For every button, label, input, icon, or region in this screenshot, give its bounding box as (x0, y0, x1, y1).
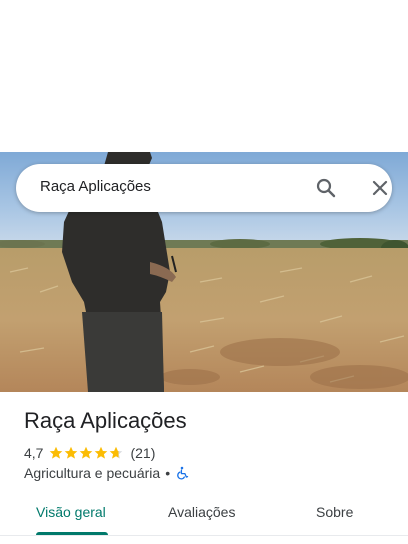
tabs-divider (0, 535, 408, 536)
place-tabs: Visão geral Avaliações Sobre (0, 496, 408, 544)
star-icon (80, 446, 93, 459)
star-icon (95, 446, 108, 459)
search-bar[interactable]: Raça Aplicações (16, 164, 392, 212)
search-input[interactable]: Raça Aplicações (40, 178, 151, 195)
tab-overview[interactable]: Visão geral (36, 504, 106, 520)
rating-row[interactable]: 4,7 (21) (24, 444, 155, 462)
star-rating (49, 446, 124, 460)
rating-value: 4,7 (24, 445, 44, 461)
star-icon (65, 446, 78, 459)
separator: • (165, 465, 171, 481)
close-icon[interactable] (368, 176, 392, 200)
category-row: Agricultura e pecuária • (24, 464, 189, 482)
star-icon (110, 446, 123, 459)
tab-reviews[interactable]: Avaliações (168, 504, 235, 520)
tab-about[interactable]: Sobre (316, 504, 353, 520)
blank-top-area (0, 0, 408, 152)
search-icon[interactable] (314, 176, 338, 200)
place-title: Raça Aplicações (24, 408, 187, 433)
review-count[interactable]: (21) (130, 445, 155, 461)
star-icon (50, 446, 63, 459)
wheelchair-icon (175, 466, 189, 480)
place-category: Agricultura e pecuária (24, 465, 161, 481)
